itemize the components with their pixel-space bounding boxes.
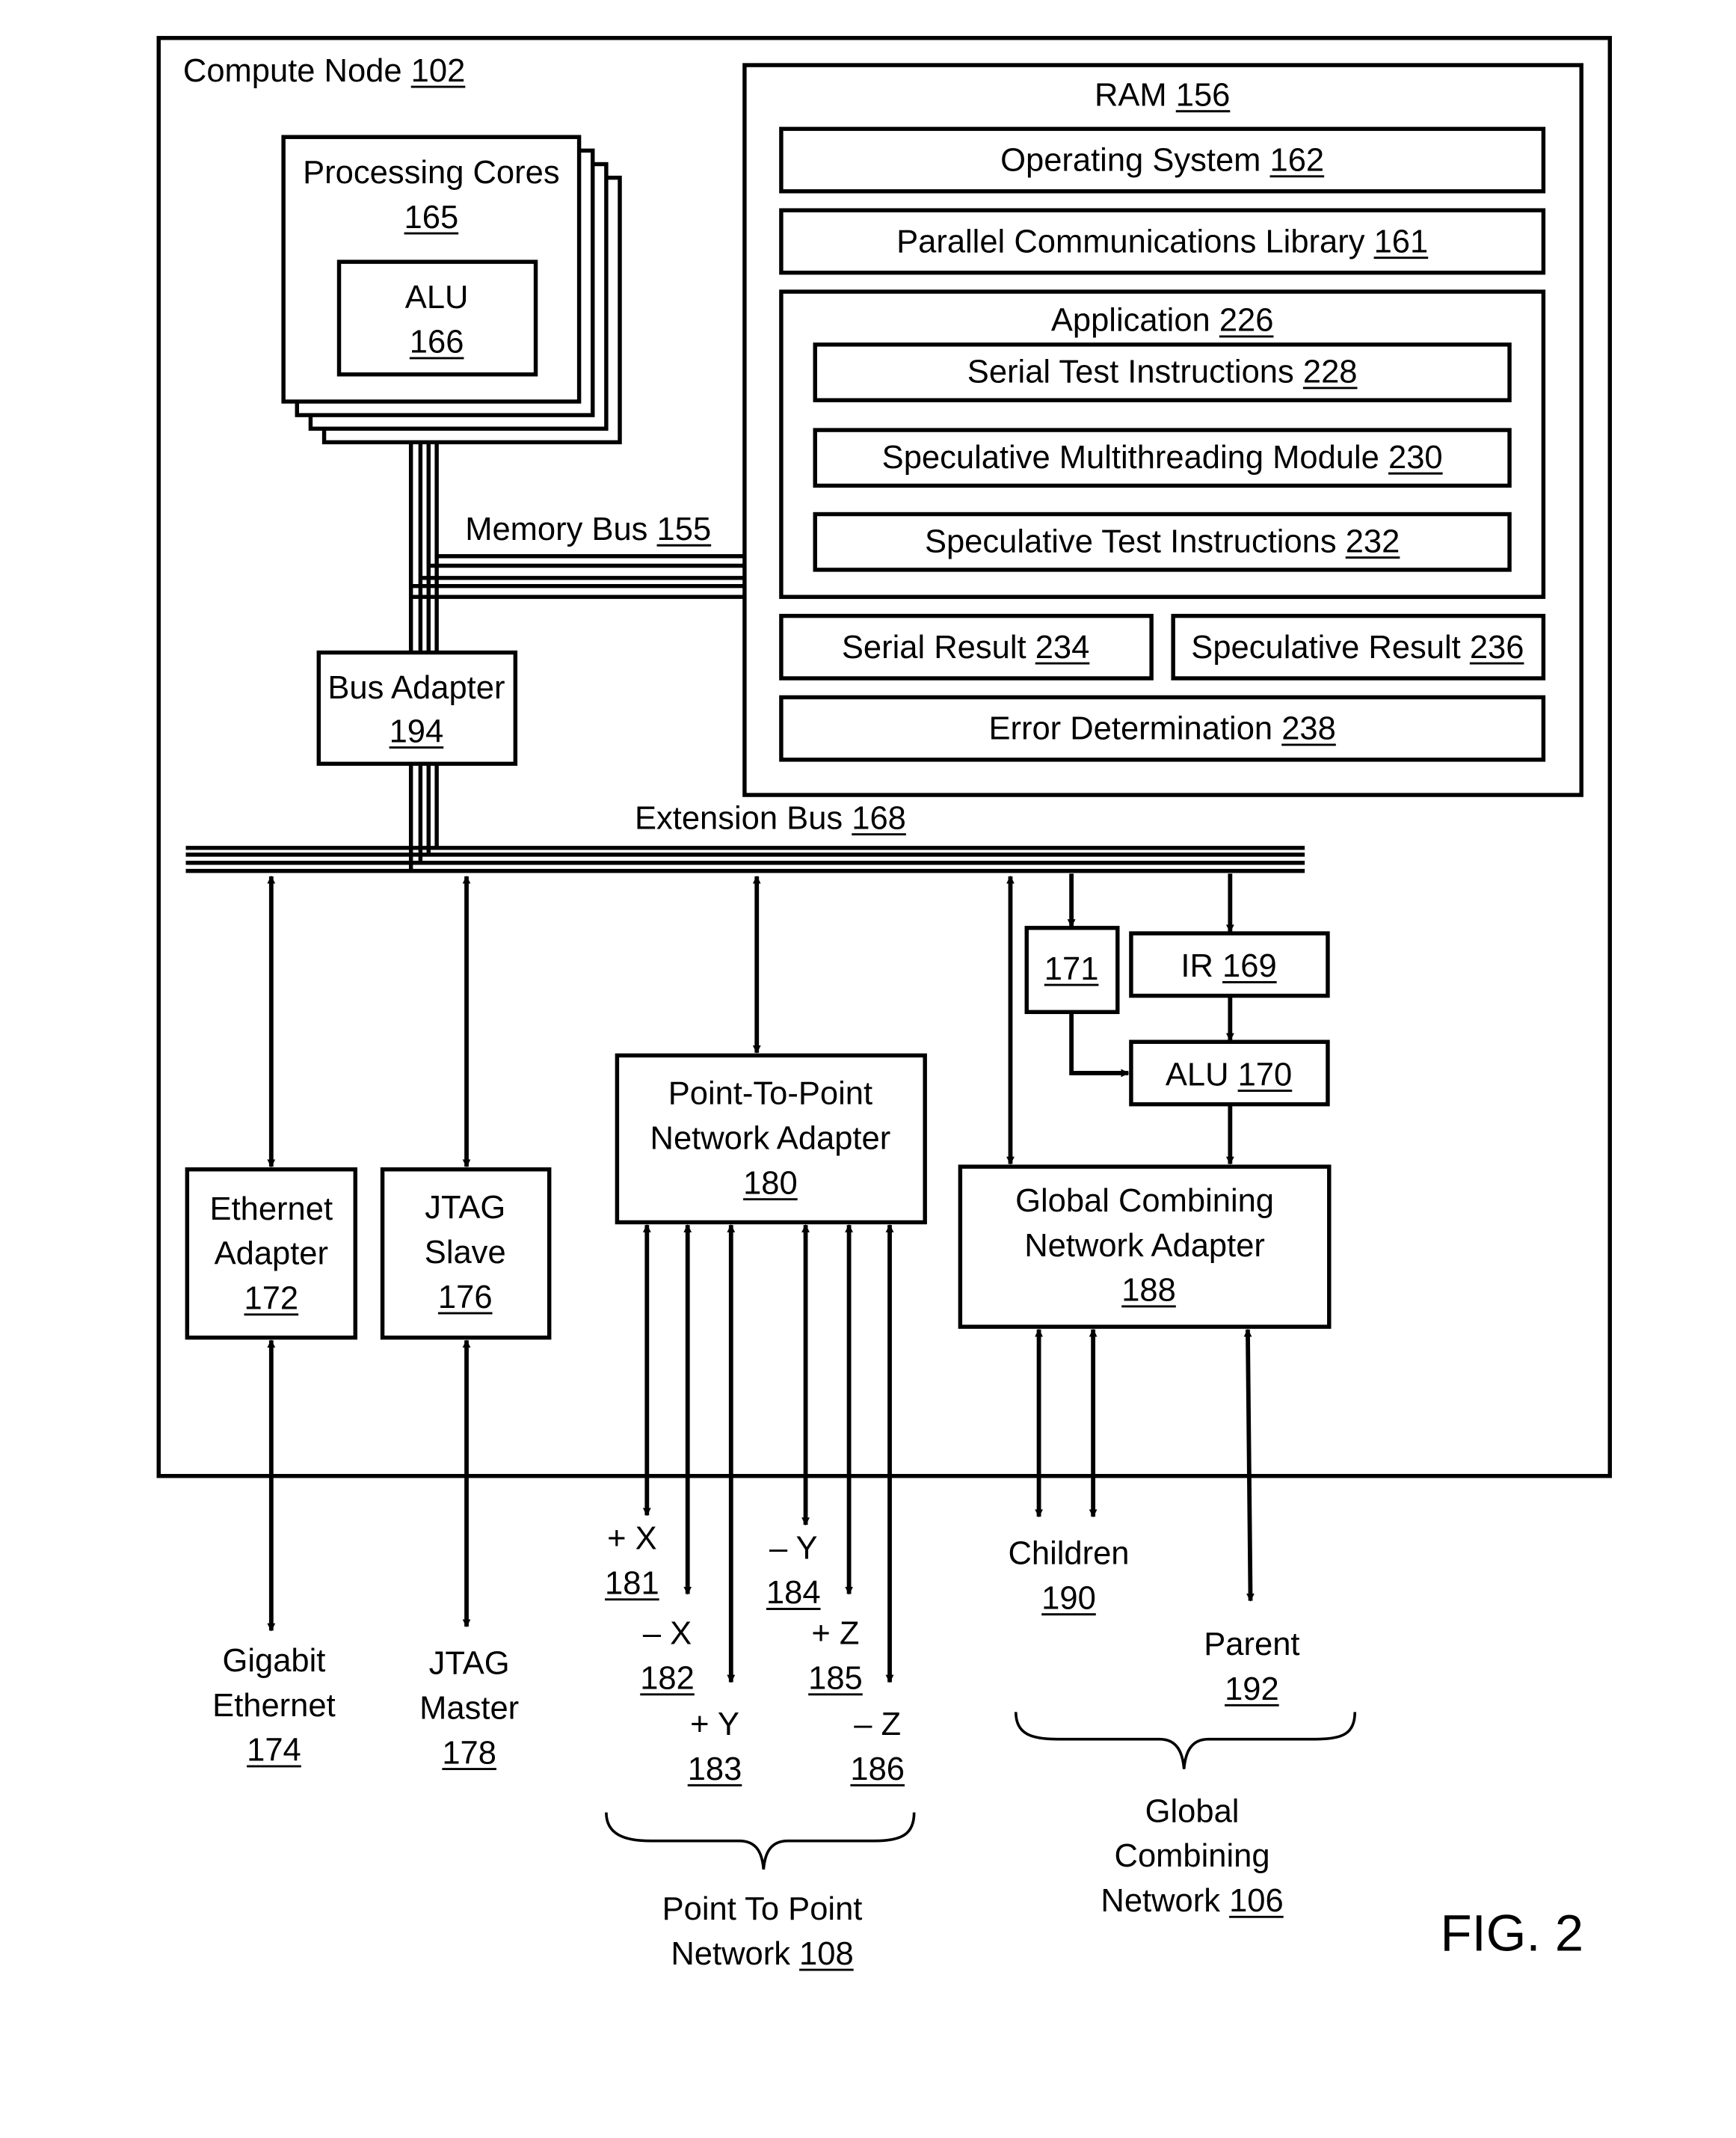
svg-text:188: 188 (1121, 1273, 1176, 1309)
port-labels: + X 181 – X 182 + Y 183 – Y 184 + Z 185 … (605, 1521, 905, 1787)
operating-system-box: Operating System 162 (779, 126, 1546, 194)
port-label: + X (607, 1521, 657, 1557)
ir-169-box: IR 169 (1129, 931, 1330, 998)
svg-text:166: 166 (410, 325, 464, 360)
parent-label: Parent (1204, 1626, 1299, 1662)
gigabit-ethernet-label-1: Gigabit (222, 1643, 325, 1679)
speculative-result-box: Speculative Result 236 (1171, 613, 1546, 681)
jtag-master-label-1: JTAG (429, 1646, 510, 1682)
svg-text:176: 176 (438, 1280, 493, 1315)
ram-block: RAM 156 Operating System 162 Parallel Co… (742, 63, 1583, 797)
svg-text:Bus Adapter: Bus Adapter (327, 670, 505, 706)
error-determination-box: Error Determination 238 (779, 695, 1546, 762)
gcn-network-label-1: Global (1145, 1793, 1240, 1829)
port-ref: 182 (640, 1661, 695, 1697)
svg-text:180: 180 (743, 1165, 798, 1201)
svg-text:Slave: Slave (425, 1235, 506, 1271)
gigabit-ethernet-label-2: Ethernet (212, 1688, 336, 1724)
svg-text:172: 172 (244, 1281, 299, 1317)
processing-cores-stack: Processing Cores 165 ALU 166 (281, 135, 622, 445)
port-label: – Y (769, 1530, 818, 1566)
svg-text:Global Combining: Global Combining (1015, 1183, 1274, 1219)
p2p-network-label: Point To Point (662, 1891, 863, 1927)
processing-cores-label: Processing Cores (303, 155, 559, 191)
compute-node-label: Compute Node 102 (183, 53, 465, 89)
compute-node-block-diagram: Compute Node 102 RAM 156 Operating Syste… (156, 36, 1613, 1972)
extension-bus-label: Extension Bus 168 (635, 800, 906, 836)
extension-bus: Extension Bus 168 (185, 800, 1305, 873)
port-label: + Y (690, 1707, 739, 1742)
port-label: + Z (811, 1616, 859, 1652)
port-ref: 186 (850, 1751, 905, 1787)
svg-text:171: 171 (1044, 951, 1099, 987)
serial-test-instructions-box: Serial Test Instructions 228 (813, 342, 1512, 402)
svg-text:Ethernet: Ethernet (210, 1191, 333, 1227)
memory-bus: Memory Bus 155 (410, 512, 745, 599)
svg-text:Network Adapter: Network Adapter (1024, 1228, 1265, 1264)
svg-text:Speculative Result 236: Speculative Result 236 (1191, 630, 1524, 666)
port-ref: 183 (688, 1751, 742, 1787)
svg-text:Application 226: Application 226 (1051, 303, 1274, 339)
p2p-network-adapter-box: Point-To-Point Network Adapter 180 (615, 1053, 927, 1225)
ram-label: RAM 156 (1095, 77, 1230, 113)
parent-ref: 192 (1225, 1671, 1279, 1707)
p2p-network-brace (605, 1812, 916, 1870)
children-ref: 190 (1041, 1581, 1096, 1617)
svg-text:Parallel Communications Librar: Parallel Communications Library 161 (896, 224, 1428, 259)
memory-bus-label: Memory Bus 155 (465, 512, 711, 547)
gigabit-ethernet-ref: 174 (247, 1733, 301, 1769)
svg-text:Error Determination 238: Error Determination 238 (988, 711, 1335, 747)
alu-170-box: ALU 170 (1129, 1039, 1330, 1107)
port-ref: 184 (766, 1575, 821, 1611)
parallel-communications-library-box: Parallel Communications Library 161 (779, 208, 1546, 275)
gcn-network-brace (1014, 1712, 1357, 1769)
port-ref: 185 (808, 1661, 863, 1697)
svg-text:Serial Test Instructions 228: Serial Test Instructions 228 (967, 354, 1358, 390)
svg-text:Point-To-Point: Point-To-Point (668, 1076, 872, 1112)
171-to-alu-arrow (1069, 1013, 1130, 1078)
svg-text:Speculative Multithreading Mod: Speculative Multithreading Module 230 (882, 440, 1443, 476)
parent-arrow (1243, 1328, 1255, 1602)
jtag-master-label-2: Master (419, 1690, 519, 1726)
speculative-test-instructions-box: Speculative Test Instructions 232 (813, 512, 1512, 572)
svg-text:ALU: ALU (405, 280, 469, 316)
serial-result-box: Serial Result 234 (779, 613, 1154, 681)
gcn-adapter-box: Global Combining Network Adapter 188 (958, 1164, 1332, 1329)
p2p-port-arrows (642, 1224, 894, 1683)
svg-text:Speculative Test Instructions: Speculative Test Instructions 232 (925, 523, 1400, 559)
children-label: Children (1008, 1536, 1129, 1572)
gcn-network-label-3: Network 106 (1101, 1883, 1283, 1919)
gcn-network-label-2: Combining (1115, 1838, 1270, 1874)
port-ref: 181 (605, 1566, 659, 1602)
svg-text:Adapter: Adapter (215, 1236, 328, 1272)
port-label: – Z (854, 1707, 901, 1742)
svg-text:ALU 170: ALU 170 (1166, 1057, 1292, 1093)
svg-text:Serial Result 234: Serial Result 234 (842, 630, 1089, 666)
p2p-network-label-2: Network 108 (671, 1936, 853, 1972)
jtag-master-ref: 178 (442, 1735, 496, 1771)
application-box: Application 226 Serial Test Instructions… (779, 289, 1546, 599)
speculative-multithreading-module-box: Speculative Multithreading Module 230 (813, 428, 1512, 488)
svg-text:IR 169: IR 169 (1181, 948, 1276, 984)
svg-text:Network Adapter: Network Adapter (650, 1121, 891, 1157)
svg-text:194: 194 (390, 713, 444, 749)
figure-label: FIG. 2 (1441, 1905, 1583, 1962)
box-171: 171 (1024, 926, 1120, 1015)
port-label: – X (643, 1616, 692, 1652)
svg-text:Operating System 162: Operating System 162 (1000, 143, 1324, 179)
ethernet-adapter-box: Ethernet Adapter 172 (185, 1167, 358, 1340)
svg-text:JTAG: JTAG (425, 1190, 505, 1226)
processing-cores-ref: 165 (404, 200, 459, 236)
